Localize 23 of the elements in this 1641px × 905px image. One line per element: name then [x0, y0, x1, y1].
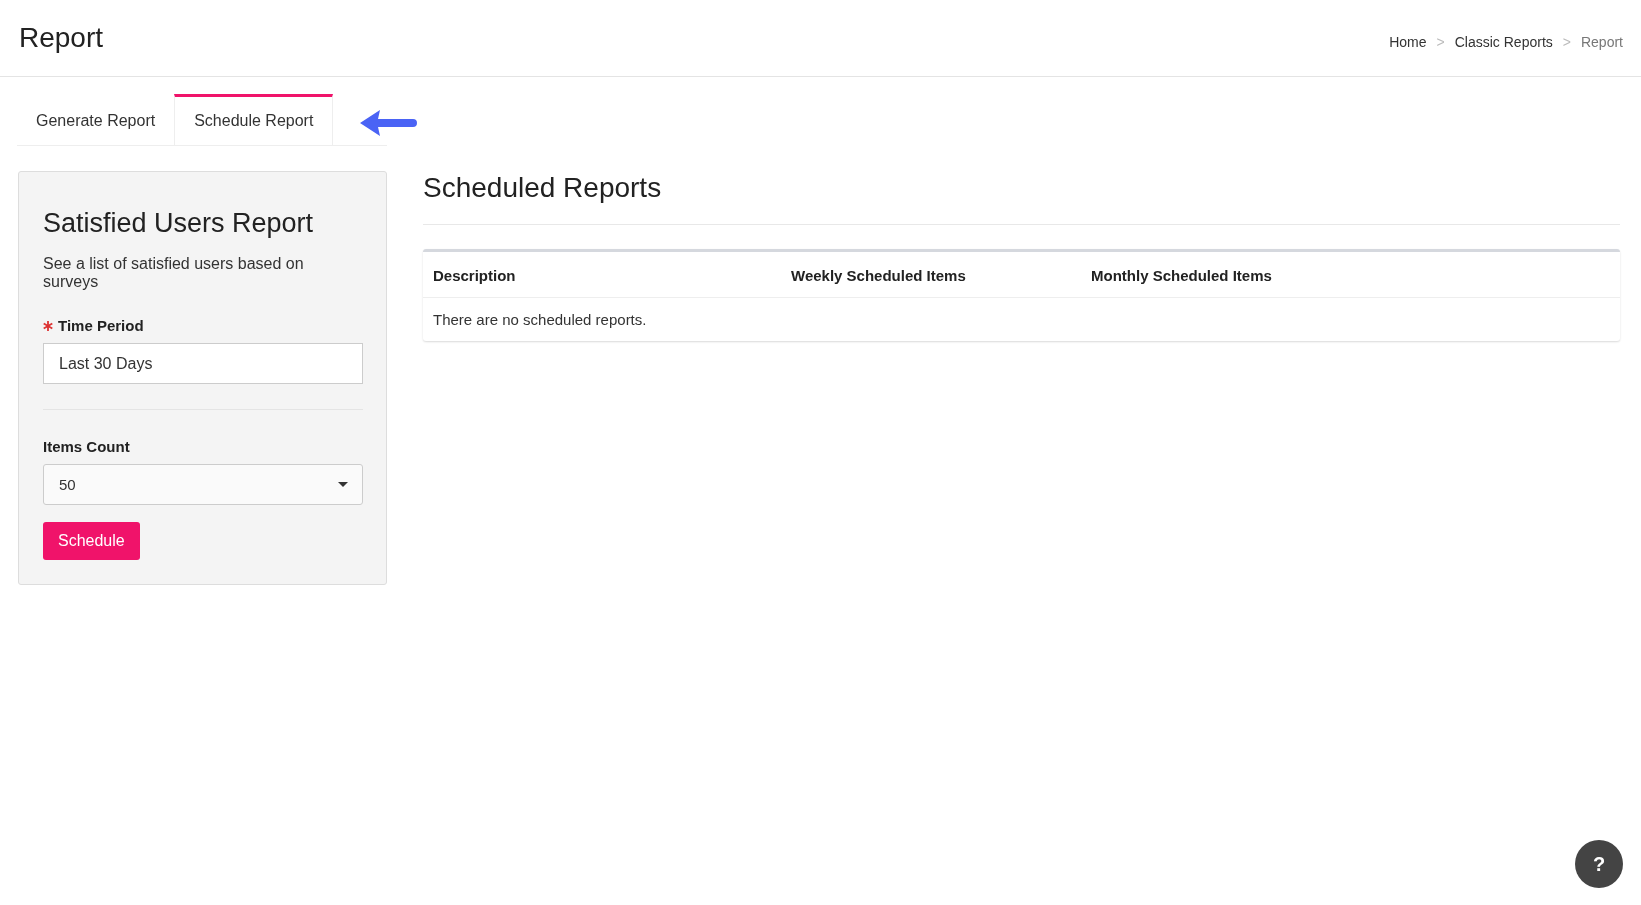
- form-title: Satisfied Users Report: [43, 208, 315, 239]
- column-header: Monthly Scheduled Items: [1090, 266, 1273, 286]
- column-header: Weekly Scheduled Items: [790, 266, 967, 286]
- text-field[interactable]: Last 30 Days: [43, 343, 363, 384]
- arrow-icon: [360, 109, 418, 137]
- breadcrumb-link[interactable]: Report: [1580, 34, 1623, 50]
- section-title: Scheduled Reports: [423, 171, 663, 204]
- form-description: See a list of satisfied users based on surveys: [43, 255, 305, 291]
- dropdown[interactable]: 50: [43, 464, 363, 505]
- empty-message: There are no scheduled reports.: [432, 310, 648, 330]
- column-header: Description: [432, 266, 517, 286]
- field-label: Items Count: [43, 438, 130, 455]
- breadcrumb-separator: >: [1562, 34, 1571, 50]
- tab[interactable]: Schedule Report: [174, 94, 334, 145]
- schedule-button[interactable]: Schedule: [43, 522, 140, 560]
- breadcrumb-link[interactable]: Home: [1389, 34, 1427, 50]
- breadcrumb-separator: >: [1436, 34, 1445, 50]
- field-label: Time Period: [58, 317, 144, 334]
- page-title: Report: [19, 22, 104, 54]
- tab[interactable]: Generate Report: [17, 94, 175, 145]
- caret-icon: [338, 482, 348, 487]
- breadcrumb-link[interactable]: Classic Reports: [1454, 34, 1553, 50]
- help-button[interactable]: ?: [1575, 840, 1623, 888]
